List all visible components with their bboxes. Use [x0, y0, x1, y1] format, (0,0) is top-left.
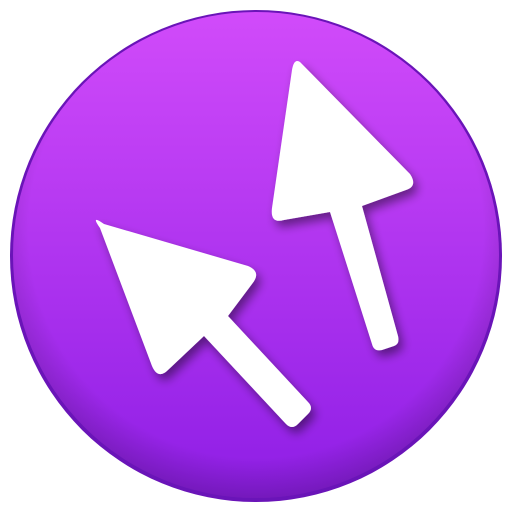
icon-circle-shading	[13, 12, 499, 498]
app-icon	[0, 0, 512, 512]
app-icon-graphic	[10, 10, 502, 502]
